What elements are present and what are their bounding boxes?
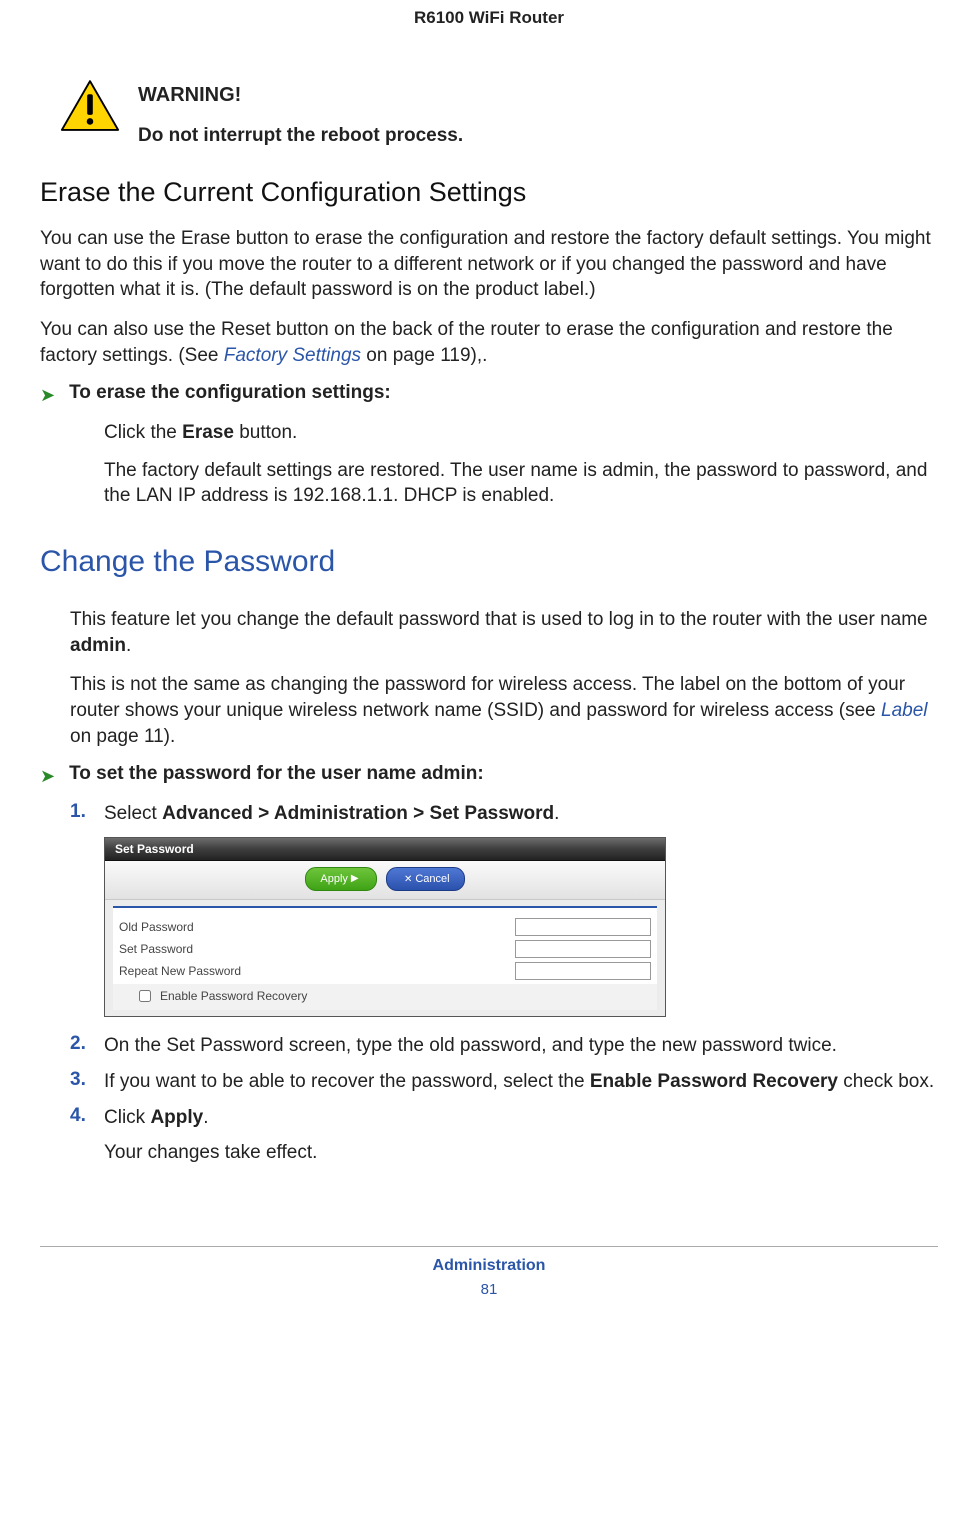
warning-body: Do not interrupt the reboot process. bbox=[138, 125, 463, 147]
form-row-old-password: Old Password bbox=[119, 916, 651, 938]
warning-block: WARNING! Do not interrupt the reboot pro… bbox=[40, 78, 938, 147]
warning-label: WARNING! bbox=[138, 84, 463, 107]
repeat-password-input[interactable] bbox=[515, 962, 651, 980]
footer-section: Administration bbox=[40, 1257, 938, 1275]
label-enable-recovery: Enable Password Recovery bbox=[160, 989, 307, 1003]
warning-icon bbox=[60, 78, 120, 138]
text-bold: Erase bbox=[182, 422, 234, 443]
paragraph: This is not the same as changing the pas… bbox=[70, 672, 938, 749]
cancel-button[interactable]: ✕Cancel bbox=[386, 867, 465, 891]
step-number: 1. bbox=[70, 801, 90, 823]
chevron-right-icon: ➤ bbox=[40, 763, 55, 789]
set-password-input[interactable] bbox=[515, 940, 651, 958]
heading-change-password: Change the Password bbox=[40, 545, 938, 579]
link-factory-settings[interactable]: Factory Settings bbox=[224, 345, 361, 366]
procedure-title: To set the password for the user name ad… bbox=[69, 763, 484, 785]
form-row-enable-recovery: Enable Password Recovery bbox=[113, 984, 657, 1010]
list-item: 3. If you want to be able to recover the… bbox=[70, 1069, 938, 1095]
panel-title: Set Password bbox=[105, 838, 665, 861]
text: . bbox=[126, 635, 131, 656]
text: button. bbox=[234, 422, 297, 443]
text: This is not the same as changing the pas… bbox=[70, 674, 905, 721]
step-number: 2. bbox=[70, 1033, 90, 1055]
text-bold: Enable Password Recovery bbox=[590, 1071, 838, 1092]
doc-header: R6100 WiFi Router bbox=[40, 0, 938, 78]
text: Select bbox=[104, 803, 162, 824]
panel-toolbar: Apply▶ ✕Cancel bbox=[105, 861, 665, 901]
link-label[interactable]: Label bbox=[881, 700, 928, 721]
close-icon: ✕ bbox=[404, 874, 412, 885]
text: . bbox=[203, 1107, 208, 1128]
text: on page 119),. bbox=[361, 345, 487, 366]
text: Click bbox=[104, 1107, 150, 1128]
paragraph: This feature let you change the default … bbox=[70, 607, 938, 658]
text: Click the bbox=[104, 422, 182, 443]
text-bold: admin bbox=[70, 635, 126, 656]
text: If you want to be able to recover the pa… bbox=[104, 1071, 590, 1092]
play-icon: ▶ bbox=[351, 873, 359, 884]
form-row-set-password: Set Password bbox=[119, 938, 651, 960]
button-label: Cancel bbox=[415, 873, 449, 885]
paragraph: You can also use the Reset button on the… bbox=[40, 317, 938, 368]
button-label: Apply bbox=[320, 873, 348, 885]
label-repeat-password: Repeat New Password bbox=[119, 964, 241, 978]
old-password-input[interactable] bbox=[515, 918, 651, 936]
text: on page 11). bbox=[70, 726, 175, 747]
label-set-password: Set Password bbox=[119, 942, 193, 956]
procedure-heading: ➤ To erase the configuration settings: bbox=[40, 382, 938, 408]
text-bold: Apply bbox=[150, 1107, 203, 1128]
form-row-repeat-password: Repeat New Password bbox=[119, 960, 651, 982]
procedure-heading: ➤ To set the password for the user name … bbox=[40, 763, 938, 789]
step-text: Click the Erase button. bbox=[104, 420, 938, 446]
page-footer: Administration 81 bbox=[40, 1246, 938, 1298]
step-result: Your changes take effect. bbox=[104, 1140, 938, 1166]
paragraph: You can use the Erase button to erase th… bbox=[40, 226, 938, 303]
list-item: 4. Click Apply. bbox=[70, 1105, 938, 1131]
set-password-panel: Set Password Apply▶ ✕Cancel Old Password… bbox=[104, 837, 666, 1018]
apply-button[interactable]: Apply▶ bbox=[305, 867, 376, 891]
chevron-right-icon: ➤ bbox=[40, 382, 55, 408]
procedure-title: To erase the configuration settings: bbox=[69, 382, 391, 404]
text: check box. bbox=[838, 1071, 934, 1092]
text-bold: Advanced > Administration > Set Password bbox=[162, 803, 554, 824]
list-item: 2. On the Set Password screen, type the … bbox=[70, 1033, 938, 1059]
list-item: 1. Select Advanced > Administration > Se… bbox=[70, 801, 938, 827]
label-old-password: Old Password bbox=[119, 920, 194, 934]
step-number: 3. bbox=[70, 1069, 90, 1091]
text: This feature let you change the default … bbox=[70, 609, 928, 630]
text: . bbox=[554, 803, 559, 824]
step-text: On the Set Password screen, type the old… bbox=[104, 1033, 837, 1059]
footer-page-number: 81 bbox=[40, 1281, 938, 1298]
enable-recovery-checkbox[interactable] bbox=[139, 990, 151, 1002]
step-number: 4. bbox=[70, 1105, 90, 1127]
step-text: The factory default settings are restore… bbox=[104, 458, 938, 509]
heading-erase: Erase the Current Configuration Settings bbox=[40, 177, 938, 208]
